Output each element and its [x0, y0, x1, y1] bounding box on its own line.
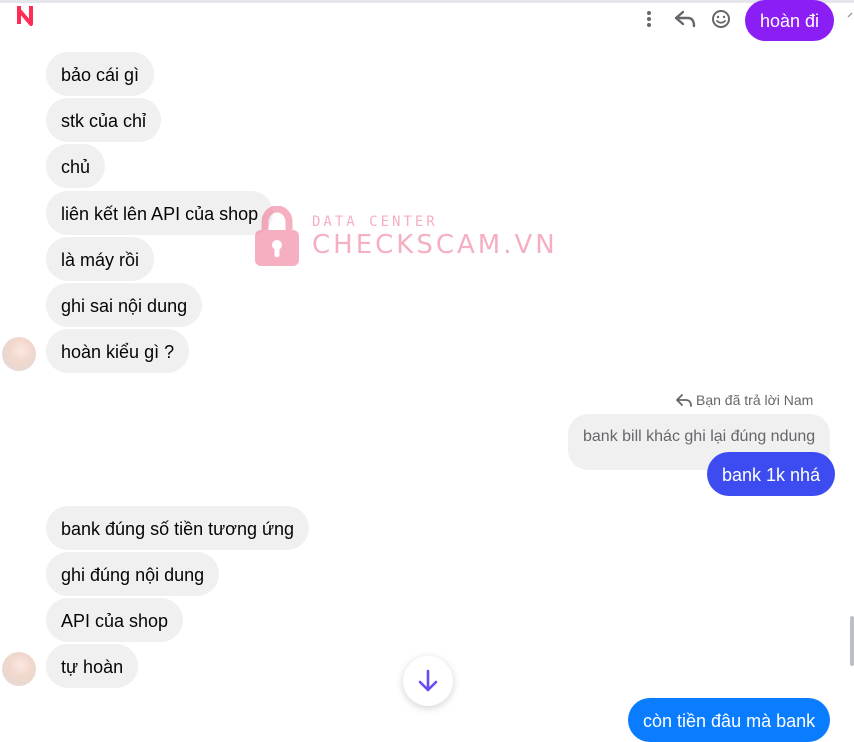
lock-icon [255, 206, 299, 266]
watermark: DATA CENTER CHECKSCAM.VN [252, 206, 558, 268]
watermark-line1: DATA CENTER [312, 214, 438, 230]
arrow-down-icon [418, 669, 438, 692]
reply-icon [676, 393, 692, 407]
message-actions [636, 6, 734, 32]
outgoing-message[interactable]: còn tiền đâu mà bank [628, 698, 831, 742]
more-vertical-icon [647, 11, 651, 27]
edge-indicator-icon [847, 12, 853, 18]
scrollbar[interactable] [850, 616, 854, 666]
incoming-message[interactable]: ghi đúng nội dung [46, 552, 220, 596]
reply-note: Bạn đã trả lời Nam [676, 392, 813, 408]
reply-icon [674, 10, 696, 28]
watermark-line2: CHECKSCAM.VN [312, 230, 558, 260]
incoming-message[interactable]: ghi sai nội dung [46, 283, 203, 327]
reply-button[interactable] [672, 6, 698, 32]
app-logo-icon [17, 6, 33, 26]
incoming-message[interactable]: chủ [46, 144, 106, 188]
outgoing-message[interactable]: hoàn đi [745, 0, 835, 41]
scroll-to-bottom-button[interactable] [403, 656, 453, 706]
react-button[interactable] [708, 6, 734, 32]
more-options-button[interactable] [636, 6, 662, 32]
emoji-icon [712, 10, 730, 28]
incoming-message[interactable]: liên kết lên API của shop [46, 191, 274, 235]
top-divider [0, 0, 854, 3]
incoming-message[interactable]: bảo cái gì [46, 52, 155, 96]
incoming-message[interactable]: bank đúng số tiền tương ứng [46, 506, 310, 550]
sender-avatar[interactable] [2, 337, 36, 371]
reply-note-text: Bạn đã trả lời Nam [696, 392, 814, 408]
incoming-message[interactable]: là máy rồi [46, 237, 155, 281]
incoming-message[interactable]: hoàn kiểu gì ? [46, 329, 190, 373]
sender-avatar[interactable] [2, 652, 36, 686]
incoming-message[interactable]: stk của chỉ [46, 98, 162, 142]
incoming-message[interactable]: tự hoàn [46, 644, 139, 688]
incoming-message[interactable]: API của shop [46, 598, 184, 642]
outgoing-message[interactable]: bank 1k nhá [707, 452, 836, 496]
